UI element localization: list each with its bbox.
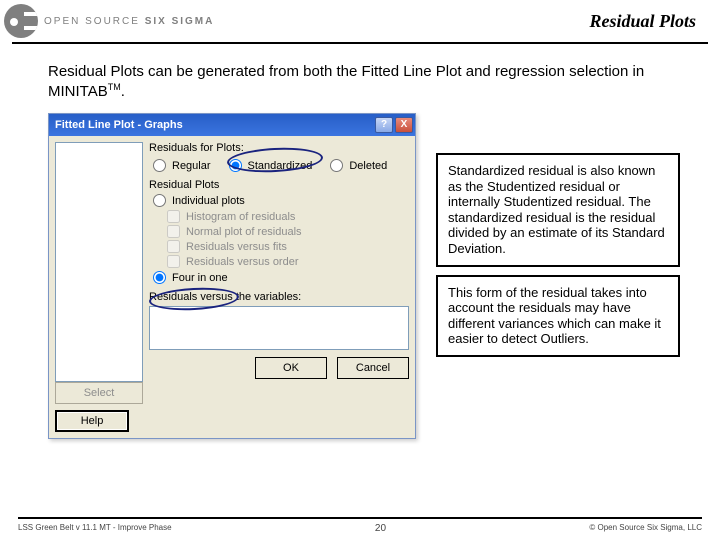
intro-a: Residual Plots can be generated from bot… [48, 63, 644, 100]
vars-textbox[interactable] [149, 306, 409, 350]
page-number: 20 [375, 523, 386, 534]
group-residual-plots: Residual Plots [149, 179, 409, 191]
logo-icon [4, 4, 38, 38]
intro-text: Residual Plots can be generated from bot… [0, 54, 720, 113]
radio-deleted[interactable]: Deleted [330, 159, 387, 172]
cancel-button[interactable]: Cancel [337, 357, 409, 379]
help-icon[interactable]: ? [375, 117, 393, 133]
radio-four-in-one[interactable]: Four in one [149, 271, 409, 284]
close-icon[interactable]: X [395, 117, 413, 133]
radio-individual[interactable]: Individual plots [149, 194, 409, 207]
side-boxes: Standardized residual is also known as t… [436, 153, 680, 357]
radio-regular-label: Regular [172, 160, 211, 172]
help-button[interactable]: Help [55, 410, 129, 432]
intro-tm: TM [108, 82, 121, 92]
check-normal-label: Normal plot of residuals [186, 226, 302, 238]
page-header: OPEN SOURCE SIX SIGMA Residual Plots [0, 0, 720, 42]
radio-regular[interactable]: Regular [153, 159, 211, 172]
info-box-1: Standardized residual is also known as t… [436, 153, 680, 267]
ok-button[interactable]: OK [255, 357, 327, 379]
check-vs-order: Residuals versus order [167, 255, 409, 268]
brand-left: OPEN SOURCE [44, 16, 140, 27]
footer-right: © Open Source Six Sigma, LLC [589, 523, 702, 534]
brand-block: OPEN SOURCE SIX SIGMA [4, 4, 214, 38]
footer-left: LSS Green Belt v 11.1 MT - Improve Phase [18, 523, 172, 534]
radio-individual-label: Individual plots [172, 195, 245, 207]
slide-title: Residual Plots [589, 11, 696, 32]
check-histogram-label: Histogram of residuals [186, 211, 295, 223]
dialog-title: Fitted Line Plot - Graphs [55, 119, 183, 131]
dialog-window: Fitted Line Plot - Graphs ? X Select Res… [48, 113, 416, 439]
titlebar[interactable]: Fitted Line Plot - Graphs ? X [49, 114, 415, 136]
info-box-2: This form of the residual takes into acc… [436, 275, 680, 357]
radio-four-label: Four in one [172, 272, 228, 284]
check-normal: Normal plot of residuals [167, 225, 409, 238]
header-rule [12, 42, 708, 44]
check-histogram: Histogram of residuals [167, 210, 409, 223]
check-vs-fits-label: Residuals versus fits [186, 241, 287, 253]
intro-period: . [121, 83, 125, 100]
variable-listbox[interactable] [55, 142, 143, 382]
page-footer: LSS Green Belt v 11.1 MT - Improve Phase… [0, 517, 720, 534]
footer-rule [18, 517, 702, 519]
radio-deleted-label: Deleted [349, 160, 387, 172]
check-vs-order-label: Residuals versus order [186, 256, 299, 268]
content-row: Fitted Line Plot - Graphs ? X Select Res… [0, 113, 720, 439]
check-vs-fits: Residuals versus fits [167, 240, 409, 253]
brand-right: SIX SIGMA [145, 16, 215, 27]
select-button: Select [55, 382, 143, 404]
brand-text: OPEN SOURCE SIX SIGMA [44, 16, 214, 27]
